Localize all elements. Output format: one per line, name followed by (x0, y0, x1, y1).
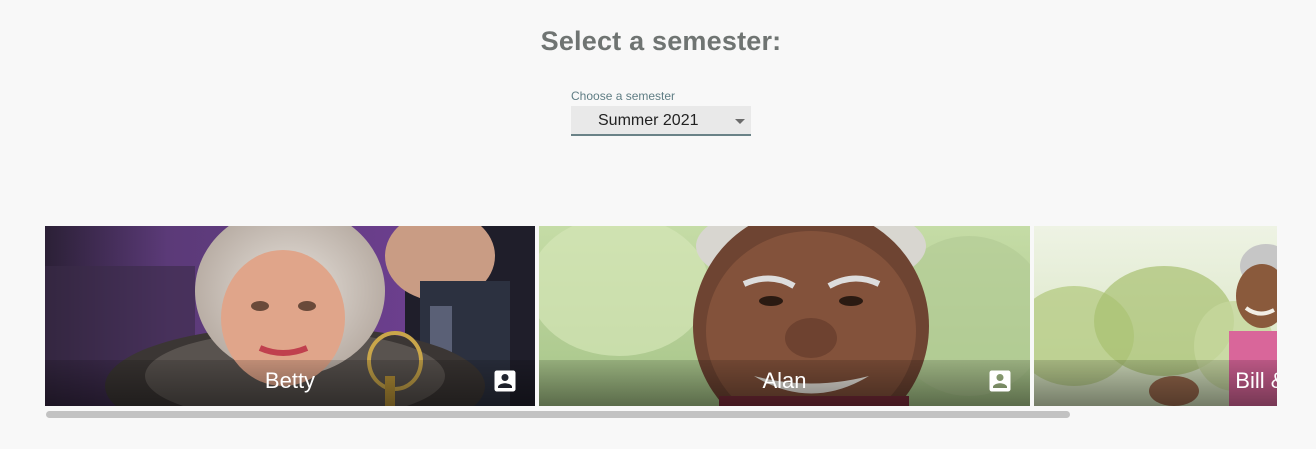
person-card-betty[interactable]: Betty (45, 226, 535, 406)
card-name-betty: Betty (264, 368, 316, 393)
card-name-alan: Alan (762, 368, 807, 393)
semester-select-label: Choose a semester (571, 89, 676, 103)
dropdown-arrow-icon[interactable] (735, 119, 745, 124)
card-name-bill: Bill & Wa (1235, 368, 1277, 393)
page-title: Select a semester: (540, 26, 782, 56)
semester-selected-value: Summer 2021 (598, 112, 699, 129)
scrollbar-thumb[interactable] (46, 411, 1070, 418)
semester-select[interactable]: Choose a semester Summer 2021 (571, 89, 751, 138)
person-card-bill[interactable]: Bill & Wa (1034, 226, 1277, 406)
person-card-alan[interactable]: Alan (539, 226, 1030, 406)
account-box-icon[interactable] (986, 367, 1014, 395)
person-carousel[interactable]: Betty Alan Bill (45, 226, 1277, 410)
semester-dropdown[interactable]: Summer 2021 (571, 106, 751, 136)
account-box-icon[interactable] (491, 367, 519, 395)
carousel-scrollbar[interactable] (45, 410, 1277, 420)
